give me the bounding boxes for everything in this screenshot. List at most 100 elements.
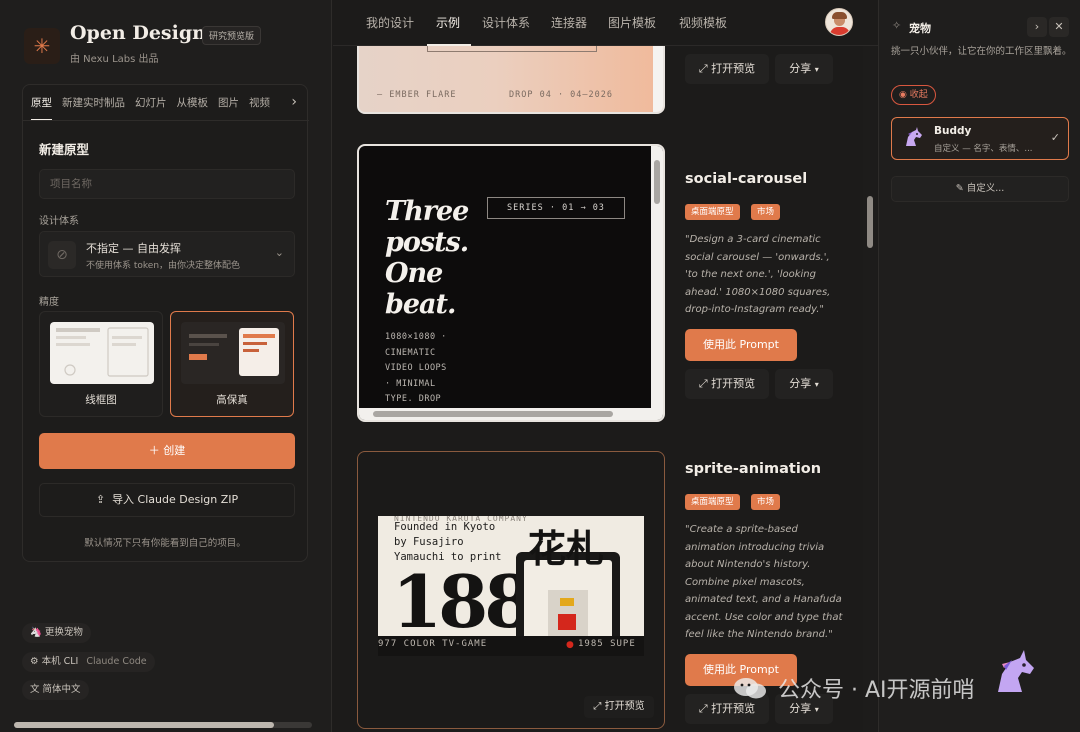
body-line: TYPE. DROP bbox=[385, 394, 442, 404]
ban-icon: ⊘ bbox=[48, 241, 76, 269]
collapse-label: 收起 bbox=[909, 90, 928, 100]
customize-pet-button[interactable]: ✎ 自定义... bbox=[891, 176, 1069, 202]
check-icon: ✓ bbox=[1050, 131, 1060, 144]
preview-vscrollbar-thumb[interactable] bbox=[654, 160, 660, 204]
cli-pill[interactable]: ⚙ 本机 CLI Claude Code bbox=[22, 652, 155, 672]
project-name-input[interactable]: 项目名称 bbox=[39, 169, 295, 199]
ember-footer-left: — EMBER FLARE bbox=[377, 90, 457, 100]
headline-line: One bbox=[385, 258, 443, 289]
wechat-logo-icon bbox=[734, 678, 766, 699]
sprite-footer-bar: 977 COLOR TV-GAME ● 1985 SUPE bbox=[378, 636, 644, 656]
translate-icon: 文 bbox=[30, 684, 40, 695]
fidelity-hifi-label: 高保真 bbox=[216, 394, 248, 406]
cli-label: 本机 CLI bbox=[41, 656, 79, 667]
headline-line: posts. bbox=[385, 227, 469, 258]
gallery-scrollbar-thumb[interactable] bbox=[867, 196, 873, 248]
gallery-scrollbar[interactable] bbox=[863, 46, 877, 732]
change-pet-pill[interactable]: 🦄 更换宠物 bbox=[22, 623, 91, 643]
language-label: 简体中文 bbox=[42, 684, 81, 695]
body-line: 1080×1080 · bbox=[385, 332, 447, 342]
nav-image-templates[interactable]: 图片模板 bbox=[608, 14, 656, 31]
gear-icon: ⚙ bbox=[30, 656, 39, 667]
customize-label: 自定义... bbox=[966, 183, 1005, 194]
sprite-animation-preview[interactable]: NINTENDO KARUTA COMPANY Founded in Kyoto… bbox=[357, 451, 665, 729]
card-title: sprite-animation bbox=[685, 461, 822, 477]
design-system-label: 设计体系 bbox=[39, 216, 79, 227]
sprite-mushroom bbox=[558, 614, 576, 630]
tab-video[interactable]: 视频 bbox=[249, 85, 270, 120]
caret-down-icon: ▾ bbox=[814, 65, 819, 74]
body-line: VIDEO LOOPS bbox=[385, 363, 447, 373]
sprite-canvas: NINTENDO KARUTA COMPANY Founded in Kyoto… bbox=[378, 516, 644, 636]
watermark-text: 公众号 · AI开源前哨 bbox=[778, 678, 975, 703]
ember-scrollbar[interactable] bbox=[653, 46, 663, 112]
tab-live-artifact[interactable]: 新建实时制品 bbox=[62, 85, 125, 120]
preview-badge: 研究预览版 bbox=[202, 26, 262, 45]
card-description: "Create a sprite-based animation introdu… bbox=[685, 524, 843, 640]
close-icon[interactable]: ✕ bbox=[1049, 17, 1069, 37]
tab-slides[interactable]: 幻灯片 bbox=[135, 85, 167, 120]
preview-hscrollbar-thumb[interactable] bbox=[373, 411, 613, 417]
ember-footer-right: DROP 04 · 04—2026 bbox=[509, 90, 613, 100]
nav-examples[interactable]: 示例 bbox=[436, 14, 460, 31]
chevron-right-icon[interactable]: › bbox=[291, 94, 297, 110]
nav-my-designs[interactable]: 我的设计 bbox=[366, 14, 414, 31]
fidelity-wireframe-option[interactable]: 线框图 bbox=[39, 311, 163, 417]
share-button[interactable]: 分享 ▾ bbox=[775, 54, 833, 84]
expand-icon: ⤢ bbox=[698, 377, 708, 390]
use-prompt-button[interactable]: 使用此 Prompt bbox=[685, 329, 797, 361]
design-system-select[interactable]: ⊘ 不指定 — 自由发挥 不使用体系 token，由你决定整体配色 ⌄ bbox=[39, 231, 295, 277]
preview-hscrollbar[interactable] bbox=[359, 408, 663, 420]
big-year-number: 188 bbox=[392, 559, 534, 637]
buddy-pet-option[interactable]: Buddy 自定义 — 名字、表情、... ✓ bbox=[891, 117, 1069, 160]
example-gallery: — EMBER FLARE DROP 04 · 04—2026 ⤢ 打开预览 分… bbox=[333, 46, 878, 732]
section-title: 新建原型 bbox=[39, 142, 90, 157]
headline-line: Three bbox=[385, 196, 469, 227]
collapse-button[interactable]: ◉ 收起 bbox=[891, 85, 936, 105]
open-preview-label: 打开预览 bbox=[711, 62, 756, 75]
nav-video-templates[interactable]: 视频模板 bbox=[679, 14, 727, 31]
share-button[interactable]: 分享 ▾ bbox=[775, 369, 833, 399]
buddy-name: Buddy bbox=[934, 125, 972, 137]
unicorn-icon bbox=[906, 127, 922, 146]
chevron-down-icon: ⌄ bbox=[274, 246, 284, 259]
tab-image[interactable]: 图片 bbox=[218, 85, 239, 120]
pet-panel: ✧ 宠物 › ✕ 挑一只小伙伴，让它在你的工作区里飘着。 ◉ 收起 Buddy … bbox=[878, 0, 1080, 732]
fidelity-hifi-option[interactable]: 高保真 bbox=[170, 311, 294, 417]
left-scrollbar[interactable] bbox=[14, 722, 312, 728]
ember-flare-preview[interactable]: — EMBER FLARE DROP 04 · 04—2026 bbox=[357, 46, 665, 114]
tag-desktop-prototype: 桌面端原型 bbox=[685, 204, 740, 220]
wand-icon: ✎ bbox=[955, 183, 964, 194]
overlay-preview-button[interactable]: ⤢ 打开预览 bbox=[584, 696, 654, 718]
user-avatar[interactable] bbox=[825, 8, 853, 36]
left-scrollbar-thumb[interactable] bbox=[14, 722, 274, 728]
sprite-footer-right: 1985 SUPE bbox=[578, 639, 636, 649]
import-zip-label: 导入 Claude Design ZIP bbox=[112, 493, 239, 506]
open-preview-label: 打开预览 bbox=[711, 702, 756, 715]
import-zip-button[interactable]: ⇪ 导入 Claude Design ZIP bbox=[39, 483, 295, 517]
open-preview-button[interactable]: ⤢ 打开预览 bbox=[685, 54, 769, 84]
body-line: · MINIMAL bbox=[385, 378, 436, 389]
card-description: "Design a 3-card cinematic social carous… bbox=[685, 234, 831, 315]
preview-vscrollbar[interactable] bbox=[651, 146, 663, 410]
nav-connectors[interactable]: 连接器 bbox=[551, 14, 587, 31]
create-button[interactable]: ＋ 创建 bbox=[39, 433, 295, 469]
tab-prototype[interactable]: 原型 bbox=[31, 85, 52, 120]
headline-line: beat. bbox=[385, 289, 456, 320]
open-preview-button[interactable]: ⤢ 打开预览 bbox=[685, 369, 769, 399]
trivia-line: by Fusajiro bbox=[394, 536, 464, 548]
chevron-right-icon[interactable]: › bbox=[1027, 17, 1047, 37]
avatar-body-shape bbox=[830, 27, 850, 35]
expand-icon: ⤢ bbox=[593, 701, 602, 712]
language-pill[interactable]: 文 简体中文 bbox=[22, 680, 89, 700]
tab-from-template[interactable]: 从模板 bbox=[177, 85, 209, 120]
pet-panel-description: 挑一只小伙伴，让它在你的工作区里飘着。 bbox=[891, 46, 1072, 57]
social-carousel-preview[interactable]: Three posts. One beat. SERIES · 01 → 03 … bbox=[357, 144, 665, 422]
tag-desktop-prototype: 桌面端原型 bbox=[685, 494, 740, 510]
overlay-preview-label: 打开预览 bbox=[604, 701, 645, 712]
upload-icon: ⇪ bbox=[95, 493, 106, 506]
series-label: SERIES · 01 → 03 bbox=[487, 197, 625, 219]
nav-design-systems[interactable]: 设计体系 bbox=[482, 14, 530, 31]
sparkle-icon: ✧ bbox=[892, 19, 902, 32]
cli-value: Claude Code bbox=[86, 656, 147, 667]
